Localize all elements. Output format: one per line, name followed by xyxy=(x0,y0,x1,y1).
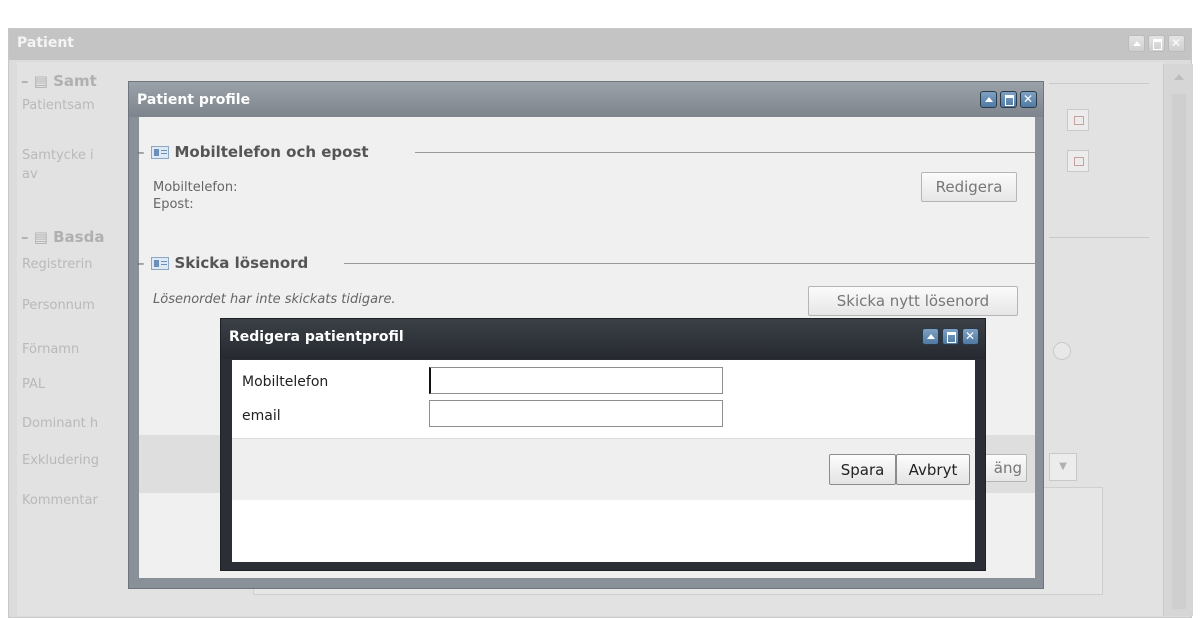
edit-profile-footer: Spara Avbryt xyxy=(232,438,975,500)
maximize-icon[interactable] xyxy=(1148,35,1165,52)
edit-profile-body: Mobiltelefon email Spara Avbryt xyxy=(232,360,975,562)
calendar-icon[interactable] xyxy=(1067,150,1089,172)
divider xyxy=(1049,237,1149,238)
card-icon xyxy=(150,145,169,159)
email-input[interactable] xyxy=(429,400,723,427)
edit-profile-dialog: Redigera patientprofil Mobiltelefon emai… xyxy=(220,318,986,571)
bg-label-registrering: Registrerin xyxy=(22,257,93,272)
section-legend-basdata: – ▤ Basda xyxy=(21,228,105,246)
divider xyxy=(1049,83,1149,84)
patient-window-titlebar: Patient xyxy=(9,29,1191,60)
card-icon xyxy=(150,256,169,270)
password-info-text: Lösenordet har inte skickats tidigare. xyxy=(153,292,396,307)
help-icon[interactable] xyxy=(1053,342,1071,360)
cancel-button[interactable]: Avbryt xyxy=(896,454,970,485)
patient-profile-title: Patient profile xyxy=(137,92,251,108)
patient-window-title: Patient xyxy=(17,35,74,51)
bg-label-pal: PAL xyxy=(22,377,46,392)
divider xyxy=(344,263,1035,264)
mobile-field-label: Mobiltelefon xyxy=(242,374,329,390)
mobile-label: Mobiltelefon: xyxy=(153,180,238,195)
email-label: Epost: xyxy=(153,197,194,212)
bg-label-patientsamtycke: Patientsam xyxy=(22,98,95,113)
close-icon[interactable] xyxy=(1020,91,1037,108)
edit-profile-titlebar[interactable]: Redigera patientprofil xyxy=(221,319,985,359)
bg-label-fornamn: Förnamn xyxy=(22,342,80,357)
save-button[interactable]: Spara xyxy=(829,454,896,485)
minimize-icon[interactable] xyxy=(1128,35,1145,52)
section-legend-mobile-email: – Mobiltelefon och epost xyxy=(137,143,369,161)
mobile-input[interactable] xyxy=(429,367,723,394)
bg-label-samtycke: Samtycke i xyxy=(22,148,94,163)
bg-label-kommentar: Kommentar xyxy=(22,493,98,508)
patient-profile-titlebar[interactable]: Patient profile xyxy=(129,82,1043,117)
maximize-icon[interactable] xyxy=(1000,91,1017,108)
close-icon[interactable] xyxy=(1168,35,1185,52)
chevron-down-icon[interactable]: ▼ xyxy=(1049,453,1077,481)
send-new-password-button[interactable]: Skicka nytt lösenord xyxy=(808,286,1018,316)
edit-profile-title: Redigera patientprofil xyxy=(229,329,404,345)
maximize-icon[interactable] xyxy=(942,328,959,345)
bg-label-exkludering: Exkludering xyxy=(22,453,99,468)
bg-label-dominant: Dominant h xyxy=(22,416,99,431)
edit-button[interactable]: Redigera xyxy=(921,172,1017,202)
section-legend-samtycke: – ▤ Samt xyxy=(21,72,97,90)
minimize-icon[interactable] xyxy=(980,91,997,108)
calendar-icon[interactable] xyxy=(1067,109,1089,131)
close-profile-button[interactable]: äng xyxy=(979,454,1027,482)
section-legend-send-password: – Skicka lösenord xyxy=(137,254,309,272)
email-field-label: email xyxy=(242,408,281,424)
scrollbar[interactable] xyxy=(1163,64,1193,616)
divider xyxy=(415,152,1035,153)
bg-label-personnummer: Personnum xyxy=(22,298,95,313)
close-icon[interactable] xyxy=(962,328,979,345)
bg-label-av: av xyxy=(22,167,38,182)
minimize-icon[interactable] xyxy=(922,328,939,345)
